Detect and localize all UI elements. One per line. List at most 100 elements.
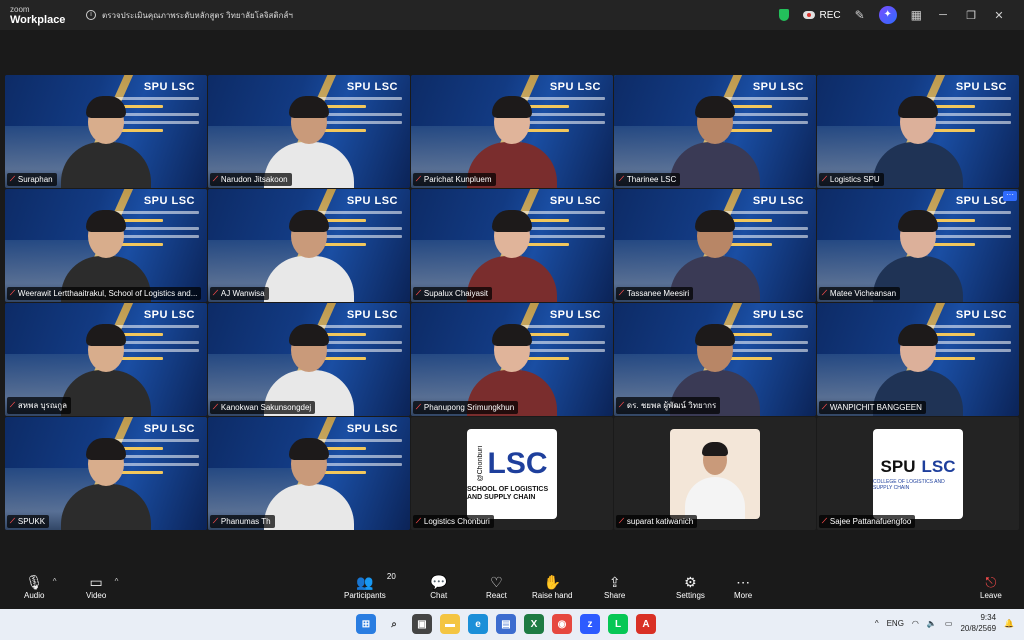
meeting-info[interactable]: i ตรวจประเมินคุณภาพระดับหลักสูตร วิทยาลั… xyxy=(86,9,293,22)
magic-wand-icon[interactable]: ✎ xyxy=(855,8,865,22)
microphone-icon: 🎙 xyxy=(25,574,44,590)
chat-button[interactable]: 💬 Chat xyxy=(430,573,447,600)
heart-icon: ♡ xyxy=(490,574,503,590)
battery-icon[interactable]: ▭ xyxy=(945,619,953,628)
participant-tile[interactable]: ⟋ suparat katiwanich xyxy=(614,417,816,530)
mic-muted-icon: ⟋ xyxy=(416,289,421,297)
language-indicator[interactable]: ENG xyxy=(887,619,904,628)
participant-name: AJ Wanwisa xyxy=(220,289,265,298)
line-icon[interactable]: L xyxy=(608,614,628,634)
video-button[interactable]: ▭ Video ^ xyxy=(86,573,118,600)
clock-time: 9:34 xyxy=(980,613,997,622)
participant-name-tag: ⟋ suparat katiwanich xyxy=(616,515,698,528)
leave-label: Leave xyxy=(980,591,1002,600)
participant-name-tag: ⟋ สหพล บุรณกูล xyxy=(7,397,72,414)
participant-tile[interactable]: SPU LSC ⟋ SPUKK xyxy=(5,417,207,530)
zoom-icon[interactable]: z xyxy=(580,614,600,634)
close-button[interactable]: ✕ xyxy=(992,9,1006,22)
participants-button[interactable]: 👥 20 Participants xyxy=(344,572,396,600)
start-icon[interactable]: ⊞ xyxy=(356,614,376,634)
more-label: More xyxy=(734,591,753,600)
brand-name: Workplace xyxy=(10,14,66,26)
slide-logo: SPU LSC xyxy=(752,195,804,207)
mic-muted-icon: ⟋ xyxy=(619,175,624,183)
pdf-icon[interactable]: A xyxy=(636,614,656,634)
encryption-shield-icon[interactable] xyxy=(779,9,790,21)
mic-muted-icon: ⟋ xyxy=(619,289,624,297)
participant-tile[interactable]: SPU LSC ⟋ Suraphan xyxy=(5,75,207,188)
chevron-up-icon[interactable]: ^ xyxy=(115,577,119,586)
restore-button[interactable]: ❐ xyxy=(964,9,978,22)
participant-name-tag: ⟋ ดร. ชยพล ผู้พัฒน์ วิทยากร xyxy=(616,397,721,414)
windows-taskbar: ⊞ ⌕ ▣ ▬ e ▤ X ◉ z L A ^ ENG ◠ 🔈 ▭ 9:34 2… xyxy=(0,609,1024,640)
spu-subtitle: COLLEGE OF LOGISTICS AND SUPPLY CHAIN xyxy=(873,479,945,491)
task-view-icon[interactable]: ▣ xyxy=(412,614,432,634)
system-clock[interactable]: 9:34 20/8/2569 xyxy=(960,612,996,634)
ai-companion-icon[interactable]: ✦ xyxy=(878,6,897,24)
participant-tile[interactable]: SPU LSC ⟋ สหพล บุรณกูล xyxy=(5,303,207,416)
participant-name: Logistics SPU xyxy=(829,175,880,184)
more-icon: ⋯ xyxy=(736,574,751,590)
participant-name-tag: ⟋ Parichat Kunpluem xyxy=(413,173,496,186)
mic-muted-icon: ⟋ xyxy=(619,401,624,409)
settings-button[interactable]: ⚙ Settings xyxy=(676,573,705,600)
view-grid-icon[interactable]: ▦ xyxy=(911,8,922,22)
slide-logo: SPU LSC xyxy=(549,309,601,321)
participant-tile[interactable]: SPU LSC ⟋ ดร. ชยพล ผู้พัฒน์ วิทยากร xyxy=(614,303,816,416)
more-button[interactable]: ⋯ More xyxy=(734,573,752,600)
share-button[interactable]: ⇪ Share xyxy=(604,573,625,600)
volume-icon[interactable]: 🔈 xyxy=(927,619,937,628)
participant-tile[interactable]: SPU LSC ⟋ Phanumas Th xyxy=(208,417,410,530)
mic-muted-icon: ⟋ xyxy=(213,403,218,411)
react-button[interactable]: ♡ React xyxy=(486,573,507,600)
recording-indicator[interactable]: REC xyxy=(803,10,841,21)
notification-bell-icon[interactable]: 🔔 xyxy=(1004,619,1014,628)
participant-tile[interactable]: SPU LSC ⟋ WANPICHIT BANGGEEN xyxy=(817,303,1019,416)
participant-video xyxy=(61,88,151,188)
participant-name-tag: ⟋ Weerawit Lertthaaitrakul, School of Log… xyxy=(7,287,202,300)
info-icon[interactable]: i xyxy=(86,10,96,20)
excel-icon[interactable]: X xyxy=(524,614,544,634)
edge-browser-icon[interactable]: e xyxy=(468,614,488,634)
participant-tile[interactable]: SPU LSC ⟋ Logistics SPU xyxy=(817,75,1019,188)
mic-muted-icon: ⟋ xyxy=(822,175,827,183)
participant-tile[interactable]: SPU LSC ··· ⟋ Matee Vicheansan xyxy=(817,189,1019,302)
settings-label: Settings xyxy=(676,591,705,600)
participant-tile[interactable]: SPU LSC ⟋ Phanupong Srimungkhun xyxy=(411,303,613,416)
file-explorer-icon[interactable]: ▬ xyxy=(440,614,460,634)
chevron-up-icon[interactable]: ^ xyxy=(53,577,57,586)
tile-more-options-icon[interactable]: ··· xyxy=(1003,191,1017,201)
video-label: Video xyxy=(86,591,107,600)
participant-tile[interactable]: SPU LSC COLLEGE OF LOGISTICS AND SUPPLY CH… xyxy=(817,417,1019,530)
participant-tile[interactable]: SPU LSC ⟋ Supalux Chaiyasit xyxy=(411,189,613,302)
slide-logo: SPU LSC xyxy=(752,309,804,321)
lsc-subtitle: SCHOOL OF LOGISTICS AND SUPPLY CHAIN xyxy=(467,485,549,501)
participant-name: Phanupong Srimungkhun xyxy=(423,403,515,412)
participant-tile[interactable]: SPU LSC ⟋ Tharinee LSC xyxy=(614,75,816,188)
chat-label: Chat xyxy=(430,591,448,600)
participant-tile[interactable]: SPU LSC ⟋ Weerawit Lertthaaitrakul, School… xyxy=(5,189,207,302)
participant-tile[interactable]: SPU LSC ⟋ Parichat Kunpluem xyxy=(411,75,613,188)
participant-tile[interactable]: SPU LSC ⟋ Narudon Jitsakoon xyxy=(208,75,410,188)
audio-button[interactable]: 🎙 Audio ^ xyxy=(24,573,56,600)
raise-hand-button[interactable]: ✋ Raise hand xyxy=(532,573,572,600)
participant-tile[interactable]: SPU LSC ⟋ AJ Wanwisa xyxy=(208,189,410,302)
raise-hand-label: Raise hand xyxy=(532,591,573,600)
participant-name-tag: ⟋ Supalux Chaiyasit xyxy=(413,287,492,300)
participant-tile[interactable]: SPU LSC ⟋ Tassanee Meesiri xyxy=(614,189,816,302)
participant-tile[interactable]: @Chonburi LSC SCHOOL OF LOGISTICS AND SUPP… xyxy=(411,417,613,530)
chrome-icon[interactable]: ◉ xyxy=(552,614,572,634)
participant-tile[interactable]: SPU LSC ⟋ Kanokwan Sakunsongdej xyxy=(208,303,410,416)
participant-video xyxy=(264,430,354,530)
chevron-up-icon[interactable]: ^ xyxy=(875,619,879,628)
leave-button[interactable]: ⎋ Leave xyxy=(980,573,1002,600)
share-label: Share xyxy=(604,591,626,600)
participant-name-tag: ⟋ SPUKK xyxy=(7,515,50,528)
participant-name: Matee Vicheansan xyxy=(829,289,897,298)
store-icon[interactable]: ▤ xyxy=(496,614,516,634)
participant-name-tag: ⟋ Kanokwan Sakunsongdej xyxy=(210,401,316,414)
search-icon[interactable]: ⌕ xyxy=(384,614,404,634)
slide-logo: SPU LSC xyxy=(955,195,1007,207)
wifi-icon[interactable]: ◠ xyxy=(912,619,919,628)
minimize-button[interactable]: ─ xyxy=(936,9,950,21)
